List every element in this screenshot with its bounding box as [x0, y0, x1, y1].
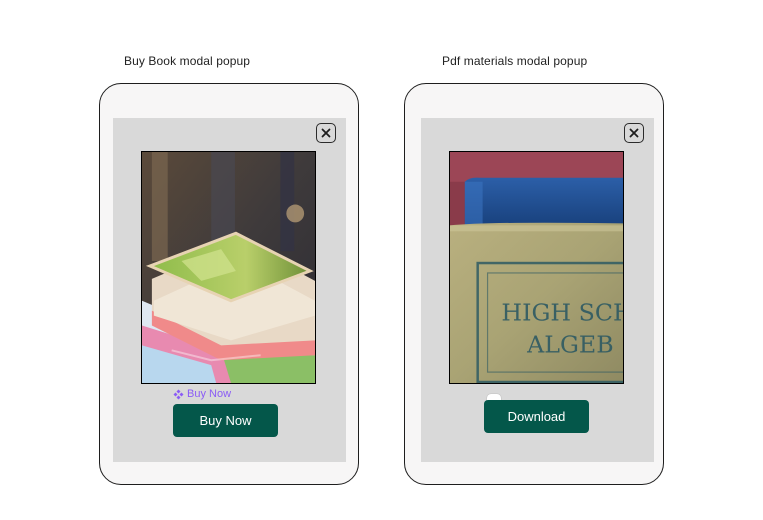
download-button[interactable]: Download — [484, 400, 589, 433]
buy-book-modal: Buy Now Buy Now — [113, 118, 346, 462]
component-tag-label: Buy Now — [187, 388, 232, 400]
algebra-book-image: HIGH SCH ALGEB — [449, 151, 624, 384]
frame-caption-pdf-materials: Pdf materials modal popup — [442, 54, 588, 68]
cover-text-line-2: ALGEB — [526, 330, 614, 358]
buy-now-button[interactable]: Buy Now — [173, 404, 278, 437]
frame-caption-buy-book: Buy Book modal popup — [124, 54, 251, 68]
device-frame-pdf-materials: HIGH SCH ALGEB Download — [404, 83, 664, 485]
cover-text-line-1: HIGH SCH — [501, 299, 623, 327]
pdf-materials-modal: HIGH SCH ALGEB Download — [421, 118, 654, 462]
close-button[interactable] — [316, 123, 336, 143]
device-frame-buy-book: Buy Now Buy Now — [99, 83, 359, 485]
close-icon — [629, 128, 639, 138]
component-tag: Buy Now — [173, 388, 231, 400]
close-icon — [321, 128, 331, 138]
component-icon — [173, 389, 184, 399]
close-button[interactable] — [624, 123, 644, 143]
book-stack-image — [141, 151, 316, 384]
